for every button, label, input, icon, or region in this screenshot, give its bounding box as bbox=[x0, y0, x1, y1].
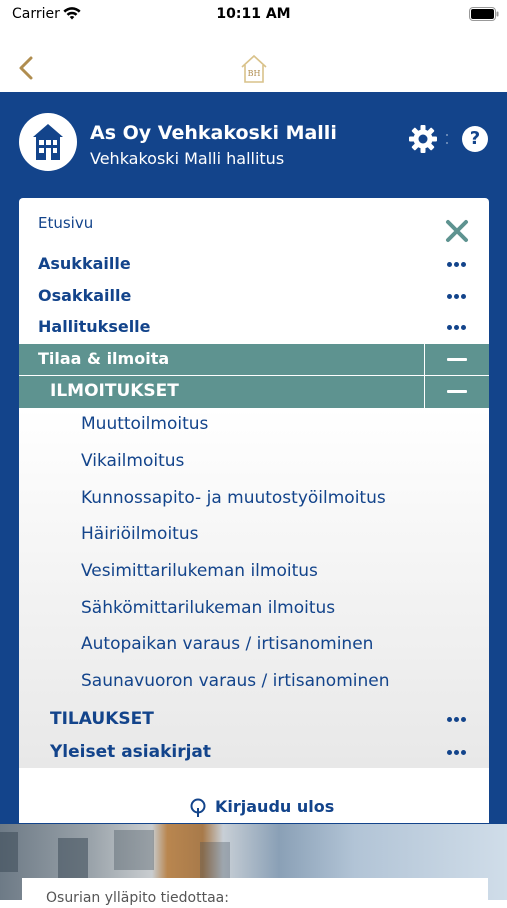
submenu-item[interactable]: Vesimittarilukeman ilmoitus bbox=[81, 561, 318, 581]
submenu-item[interactable]: Häiriöilmoitus bbox=[81, 524, 198, 544]
submenu-item[interactable]: Sähkömittarilukeman ilmoitus bbox=[81, 598, 335, 618]
more-icon[interactable] bbox=[447, 325, 467, 331]
submenu-item[interactable]: Saunavuoron varaus / irtisanominen bbox=[81, 671, 390, 691]
menu-item-label: Osakkaille bbox=[38, 286, 132, 305]
power-icon bbox=[190, 798, 206, 817]
building-icon bbox=[33, 124, 63, 160]
minus-icon bbox=[447, 390, 467, 393]
submenu-item[interactable]: Kunnossapito- ja muutostyöilmoitus bbox=[81, 488, 386, 508]
menu-item-label: Hallitukselle bbox=[38, 317, 151, 336]
collapse-button[interactable] bbox=[424, 344, 489, 375]
menu-card-bottom bbox=[19, 768, 489, 792]
close-icon[interactable] bbox=[445, 219, 469, 243]
submenu-item[interactable]: Autopaikan varaus / irtisanominen bbox=[81, 634, 373, 654]
org-logo bbox=[19, 113, 77, 171]
home-logo-text: BH bbox=[248, 69, 261, 78]
menu-item-osakkaille[interactable]: Osakkaille bbox=[19, 280, 489, 312]
notice-text: Osurian ylläpito tiedottaa: bbox=[46, 890, 229, 906]
logout-label: Kirjaudu ulos bbox=[215, 797, 335, 816]
org-subtitle: Vehkakoski Malli hallitus bbox=[90, 149, 285, 168]
menu-group-tilaukset[interactable]: TILAUKSET bbox=[19, 703, 489, 735]
notice-card: Osurian ylläpito tiedottaa: bbox=[22, 878, 488, 908]
more-icon[interactable] bbox=[447, 750, 467, 756]
back-chevron-icon[interactable] bbox=[14, 54, 38, 82]
group-label: ILMOITUKSET bbox=[50, 381, 179, 401]
menu-item-asukkaille[interactable]: Asukkaille bbox=[19, 248, 489, 280]
group-label: TILAUKSET bbox=[50, 709, 154, 729]
submenu-list: Muuttoilmoitus Vikailmoitus Kunnossapito… bbox=[19, 408, 489, 768]
menu-item-etusivu[interactable]: Etusivu bbox=[19, 210, 489, 242]
org-title: As Oy Vehkakoski Malli bbox=[90, 122, 337, 144]
clock: 10:11 AM bbox=[216, 6, 291, 22]
menu-item-label: Etusivu bbox=[38, 214, 94, 232]
more-icon[interactable] bbox=[447, 294, 467, 300]
menu-group-yleiset-asiakirjat[interactable]: Yleiset asiakirjat bbox=[19, 736, 489, 768]
menu-section-tilaa-ilmoita[interactable]: Tilaa & ilmoita bbox=[19, 344, 489, 375]
separator-icon bbox=[446, 134, 448, 144]
section-label: Tilaa & ilmoita bbox=[38, 349, 170, 368]
status-bar: Carrier 10:11 AM bbox=[0, 0, 507, 28]
submenu-item[interactable]: Vikailmoitus bbox=[81, 451, 184, 471]
menu-item-hallitukselle[interactable]: Hallitukselle bbox=[19, 311, 489, 343]
more-icon[interactable] bbox=[447, 262, 467, 268]
house-logo-icon[interactable]: BH bbox=[239, 53, 269, 85]
battery-icon bbox=[469, 7, 499, 21]
menu-group-ilmoitukset[interactable]: ILMOITUKSET bbox=[19, 376, 489, 408]
submenu-item[interactable]: Muuttoilmoitus bbox=[81, 414, 208, 434]
collapse-button[interactable] bbox=[424, 376, 489, 408]
more-icon[interactable] bbox=[447, 717, 467, 723]
navigation-bar: BH bbox=[0, 28, 507, 92]
menu-item-label: Asukkaille bbox=[38, 254, 131, 273]
group-label: Yleiset asiakirjat bbox=[50, 742, 212, 762]
gear-icon[interactable] bbox=[408, 124, 438, 154]
help-button[interactable]: ? bbox=[462, 126, 488, 152]
minus-icon bbox=[447, 358, 467, 361]
logout-button[interactable]: Kirjaudu ulos bbox=[19, 792, 489, 823]
